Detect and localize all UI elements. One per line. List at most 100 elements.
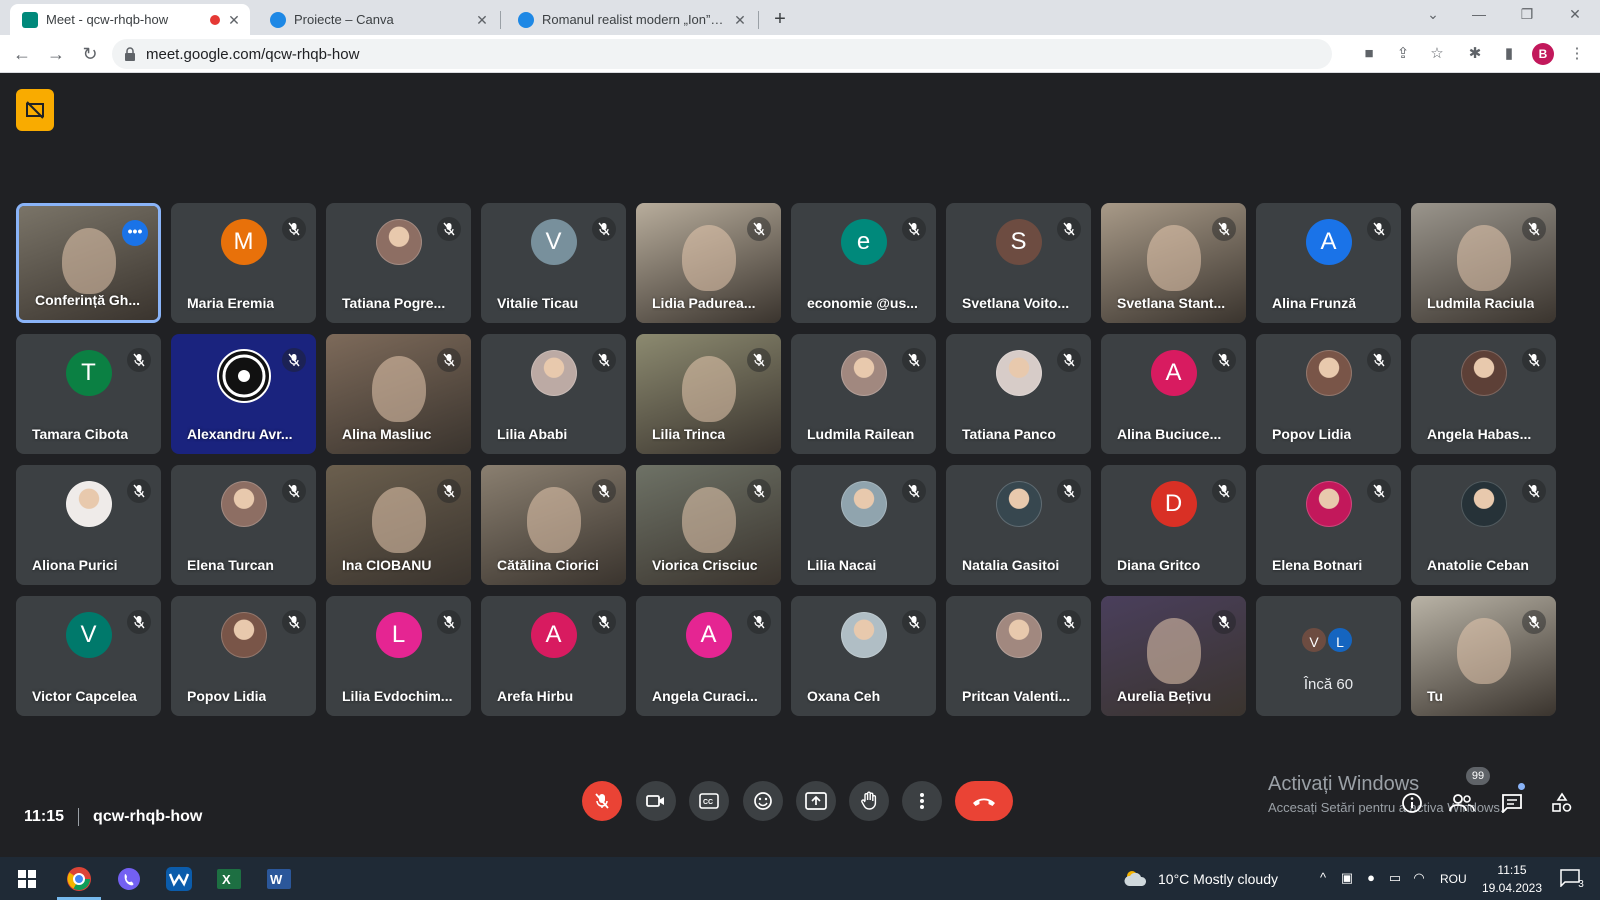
chat-button[interactable] — [1498, 789, 1526, 817]
participant-tile[interactable]: Lilia Nacai — [791, 465, 936, 585]
participant-tile[interactable]: Viorica Crisciuc — [636, 465, 781, 585]
participant-tile[interactable]: S Svetlana Voito... — [946, 203, 1091, 323]
participant-tile[interactable]: Svetlana Stant... — [1101, 203, 1246, 323]
camera-in-use-icon[interactable]: ■ — [1358, 43, 1380, 65]
restore-icon[interactable]: ❐ — [1512, 6, 1542, 23]
activities-button[interactable] — [1548, 789, 1576, 817]
back-icon[interactable]: ← — [10, 42, 34, 66]
forward-icon[interactable]: → — [44, 42, 68, 66]
participant-tile[interactable]: Ludmila Raciula — [1411, 203, 1556, 323]
present-screen-button[interactable] — [796, 781, 836, 821]
profile-avatar[interactable]: B — [1532, 43, 1554, 65]
battery-icon[interactable]: ▭ — [1386, 869, 1404, 887]
participant-tile[interactable]: T Tamara Cibota — [16, 334, 161, 454]
more-options-button[interactable] — [902, 781, 942, 821]
participant-tile[interactable]: Cătălina Ciorici — [481, 465, 626, 585]
participant-tile[interactable]: ••• Conferință Gh... — [16, 203, 161, 323]
taskbar-date[interactable]: 19.04.2023 — [1472, 881, 1552, 895]
participant-tile[interactable]: Tatiana Panco — [946, 334, 1091, 454]
reactions-button[interactable] — [743, 781, 783, 821]
participant-tile[interactable]: Popov Lidia — [171, 596, 316, 716]
participant-name: Conferință Gh... — [35, 292, 140, 308]
tab-meet[interactable]: Meet - qcw-rhqb-how ✕ — [10, 4, 250, 35]
leave-call-button[interactable] — [955, 781, 1013, 821]
meeting-info-button[interactable] — [1398, 789, 1426, 817]
close-tab-icon[interactable]: ✕ — [732, 12, 748, 28]
participant-tile[interactable]: Lidia Padurea... — [636, 203, 781, 323]
participant-tile[interactable]: V Victor Capcelea — [16, 596, 161, 716]
webex-app-icon[interactable] — [164, 864, 194, 894]
participant-tile[interactable]: Anatolie Ceban — [1411, 465, 1556, 585]
participant-tile[interactable]: A Alina Frunză — [1256, 203, 1401, 323]
input-language[interactable]: ROU — [1440, 872, 1467, 886]
tile-options-button[interactable]: ••• — [122, 220, 148, 246]
captions-button[interactable]: CC — [689, 781, 729, 821]
close-tab-icon[interactable]: ✕ — [474, 12, 490, 28]
participant-tile[interactable]: M Maria Eremia — [171, 203, 316, 323]
participant-name: Cătălina Ciorici — [497, 557, 599, 573]
muted-mic-icon — [437, 479, 461, 503]
tab-romanul[interactable]: Romanul realist modern „Ion” de ✕ — [506, 4, 756, 35]
chrome-app-icon[interactable] — [64, 864, 94, 894]
address-bar[interactable]: meet.google.com/qcw-rhqb-how — [112, 39, 1332, 69]
participant-name: Vitalie Ticau — [497, 295, 579, 311]
muted-mic-icon — [747, 348, 771, 372]
muted-mic-icon — [1212, 217, 1236, 241]
microphone-tray-icon[interactable]: ● — [1362, 869, 1380, 887]
participant-tile[interactable]: Lilia Ababi — [481, 334, 626, 454]
weather-text[interactable]: 10°C Mostly cloudy — [1158, 871, 1278, 887]
more-participants-tile[interactable]: V L Încă 60 — [1256, 596, 1401, 716]
excel-app-icon[interactable]: X — [214, 864, 244, 894]
tab-canva[interactable]: Proiecte – Canva ✕ — [258, 4, 498, 35]
participant-tile[interactable]: Pritcan Valenti... — [946, 596, 1091, 716]
people-button[interactable] — [1448, 789, 1476, 817]
participant-tile[interactable]: D Diana Gritco — [1101, 465, 1246, 585]
participant-tile[interactable]: Oxana Ceh — [791, 596, 936, 716]
participant-tile[interactable]: Alina Masliuc — [326, 334, 471, 454]
participant-tile[interactable]: A Arefa Hirbu — [481, 596, 626, 716]
new-tab-button[interactable]: + — [768, 8, 792, 32]
participant-tile[interactable]: Ludmila Railean — [791, 334, 936, 454]
participant-tile[interactable]: e economie @us... — [791, 203, 936, 323]
participant-tile[interactable]: Aurelia Bețivu — [1101, 596, 1246, 716]
close-tab-icon[interactable]: ✕ — [226, 12, 242, 28]
participant-tile[interactable]: Elena Botnari — [1256, 465, 1401, 585]
raise-hand-button[interactable] — [849, 781, 889, 821]
microphone-off-button[interactable] — [582, 781, 622, 821]
participant-silhouette — [526, 487, 581, 553]
participant-tile[interactable]: Elena Turcan — [171, 465, 316, 585]
participant-tile[interactable]: A Angela Curaci... — [636, 596, 781, 716]
participant-tile[interactable]: Angela Habas... — [1411, 334, 1556, 454]
viber-app-icon[interactable] — [114, 864, 144, 894]
extensions-icon[interactable]: ✱ — [1464, 43, 1486, 65]
participant-tile[interactable]: Aliona Purici — [16, 465, 161, 585]
browser-menu-icon[interactable]: ⋮ — [1566, 43, 1588, 65]
meeting-code[interactable]: qcw-rhqb-how — [93, 808, 202, 826]
participant-tile[interactable]: Popov Lidia — [1256, 334, 1401, 454]
participant-tile[interactable]: L Lilia Evdochim... — [326, 596, 471, 716]
participant-tile[interactable]: Lilia Trinca — [636, 334, 781, 454]
reload-icon[interactable]: ↻ — [78, 42, 102, 66]
participant-tile[interactable]: Alexandru Avr... — [171, 334, 316, 454]
bookmark-star-icon[interactable]: ☆ — [1426, 43, 1448, 65]
wifi-icon[interactable]: ◠ — [1410, 869, 1428, 887]
participant-tile[interactable]: A Alina Buciuce... — [1101, 334, 1246, 454]
participant-tile[interactable]: V Vitalie Ticau — [481, 203, 626, 323]
participant-tile[interactable]: Tu — [1411, 596, 1556, 716]
no-captions-icon[interactable] — [16, 89, 54, 131]
share-icon[interactable]: ⇪ — [1392, 43, 1414, 65]
show-hidden-icons-icon[interactable]: ^ — [1314, 869, 1332, 887]
minimize-icon[interactable]: — — [1464, 6, 1494, 22]
participant-tile[interactable]: Ina CIOBANU — [326, 465, 471, 585]
weather-cloud-icon[interactable] — [1122, 869, 1148, 887]
close-window-icon[interactable]: ✕ — [1560, 6, 1590, 23]
windows-start-icon[interactable] — [12, 864, 42, 894]
camera-button[interactable] — [636, 781, 676, 821]
meet-tray-icon[interactable]: ▣ — [1338, 869, 1356, 887]
tab-search-icon[interactable]: ⌄ — [1418, 6, 1448, 23]
side-panel-icon[interactable]: ▮ — [1498, 43, 1520, 65]
word-app-icon[interactable]: W — [264, 864, 294, 894]
participant-tile[interactable]: Tatiana Pogre... — [326, 203, 471, 323]
participant-tile[interactable]: Natalia Gasitoi — [946, 465, 1091, 585]
taskbar-clock[interactable]: 11:15 — [1472, 863, 1552, 877]
